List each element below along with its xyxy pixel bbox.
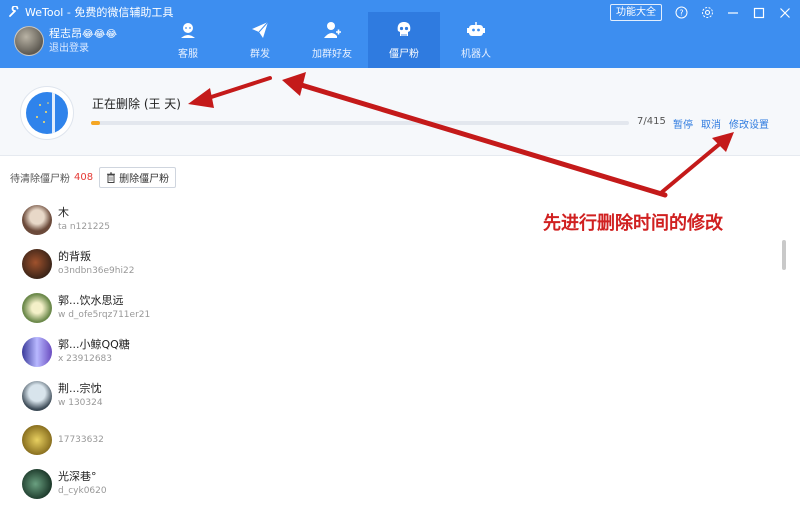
main-nav: 客服 群发 加群好友 僵尸粉 机器人: [152, 12, 512, 68]
tab-customer-service[interactable]: 客服: [152, 12, 224, 68]
settings-gear-icon[interactable]: [700, 6, 714, 20]
tab-zombie-fans[interactable]: 僵尸粉: [368, 12, 440, 68]
paper-plane-icon: [252, 21, 269, 38]
contact-avatar: [22, 469, 52, 499]
annotation-text: 先进行删除时间的修改: [543, 213, 723, 234]
user-name-text: 程志昂: [49, 26, 82, 40]
contact-id: w d_ofe5rqz711er21: [58, 310, 151, 320]
help-icon[interactable]: ?: [674, 6, 688, 20]
progress-count: 7/415: [637, 116, 666, 127]
delete-zombie-fans-button[interactable]: 删除僵尸粉: [99, 167, 177, 188]
delete-button-label: 删除僵尸粉: [119, 174, 170, 185]
customer-service-icon: [181, 23, 195, 38]
deletion-progress-panel: 正在删除 (王 天) 7/415 暂停 取消 修改设置: [0, 68, 800, 156]
contact-name: 郭...小鲸QQ糖: [58, 338, 130, 351]
list-item[interactable]: 木 ta n121225: [22, 198, 522, 242]
user-name: 程志昂😂😂😂: [49, 27, 117, 42]
cancel-link[interactable]: 取消: [701, 116, 721, 131]
contact-avatar: [22, 293, 52, 323]
svg-text:?: ?: [679, 9, 683, 18]
pending-count: 408: [74, 172, 94, 183]
contact-avatar: [22, 337, 52, 367]
tab-robot[interactable]: 机器人: [440, 12, 512, 68]
progress-avatar: [20, 86, 74, 140]
current-contact-avatar: [26, 92, 68, 134]
close-icon[interactable]: [778, 6, 792, 20]
minimize-icon[interactable]: [726, 6, 740, 20]
contact-id: d_cyk0620: [58, 486, 107, 496]
contact-avatar: [22, 205, 52, 235]
pending-label: 待清除僵尸粉: [10, 174, 70, 185]
pending-header: 待清除僵尸粉 408 删除僵尸粉: [10, 167, 177, 188]
contact-name: 光深巷°: [58, 470, 97, 483]
skull-icon: [397, 22, 411, 36]
contact-id: o3ndbn36e9hi22: [58, 266, 135, 276]
list-item[interactable]: 的背叛 o3ndbn36e9hi22: [22, 242, 522, 286]
list-item[interactable]: 光深巷° d_cyk0620: [22, 462, 522, 506]
contact-name: 木: [58, 206, 69, 219]
tab-label: 机器人: [461, 49, 491, 60]
user-name-emoji: 😂😂😂: [82, 28, 118, 40]
contact-avatar: [22, 425, 52, 455]
tab-label: 加群好友: [312, 49, 352, 60]
user-profile: 程志昂😂😂😂 退出登录: [14, 26, 117, 56]
pause-link[interactable]: 暂停: [673, 116, 693, 131]
tab-label: 群发: [250, 49, 270, 60]
list-item[interactable]: 郭...饮水思远 w d_ofe5rqz711er21: [22, 286, 522, 330]
trash-icon: [107, 172, 116, 183]
progress-bar-fill: [91, 121, 101, 125]
list-item[interactable]: 荆...宗忱 w 130324: [22, 374, 522, 418]
contact-name: 的背叛: [58, 250, 91, 263]
tab-label: 僵尸粉: [389, 49, 419, 60]
list-scrollbar[interactable]: [782, 240, 786, 270]
tab-label: 客服: [178, 49, 198, 60]
contact-name: 郭...饮水思远: [58, 294, 124, 307]
contact-id: w 130324: [58, 398, 103, 408]
contact-id: ta n121225: [58, 222, 110, 232]
progress-actions: 暂停 取消 修改设置: [673, 116, 769, 131]
feature-list-button[interactable]: 功能大全: [610, 4, 662, 21]
contact-avatar: [22, 249, 52, 279]
modify-settings-link[interactable]: 修改设置: [729, 116, 769, 131]
logout-link[interactable]: 退出登录: [49, 42, 117, 56]
wrench-logo-icon: [9, 6, 19, 17]
contact-id: 17733632: [58, 435, 104, 445]
list-item[interactable]: 郭...小鲸QQ糖 x 23912683: [22, 330, 522, 374]
maximize-icon[interactable]: [752, 6, 766, 20]
window-controls: 功能大全 ?: [610, 4, 792, 21]
contact-id: x 23912683: [58, 354, 112, 364]
list-item[interactable]: 17733632: [22, 418, 522, 462]
robot-icon: [467, 22, 485, 36]
app-header: WeTool - 免费的微信辅助工具 功能大全 ? 程志昂😂😂😂 退出登录 客服…: [0, 0, 800, 68]
tab-add-group-friends[interactable]: 加群好友: [296, 12, 368, 68]
tab-broadcast[interactable]: 群发: [224, 12, 296, 68]
avatar[interactable]: [14, 26, 44, 56]
contact-name: 荆...宗忱: [58, 382, 102, 395]
title-bar: WeTool - 免费的微信辅助工具: [8, 4, 173, 20]
progress-bar: [91, 121, 629, 125]
contact-avatar: [22, 381, 52, 411]
add-friend-icon: [324, 22, 341, 38]
deletion-status-text: 正在删除 (王 天): [92, 97, 181, 111]
